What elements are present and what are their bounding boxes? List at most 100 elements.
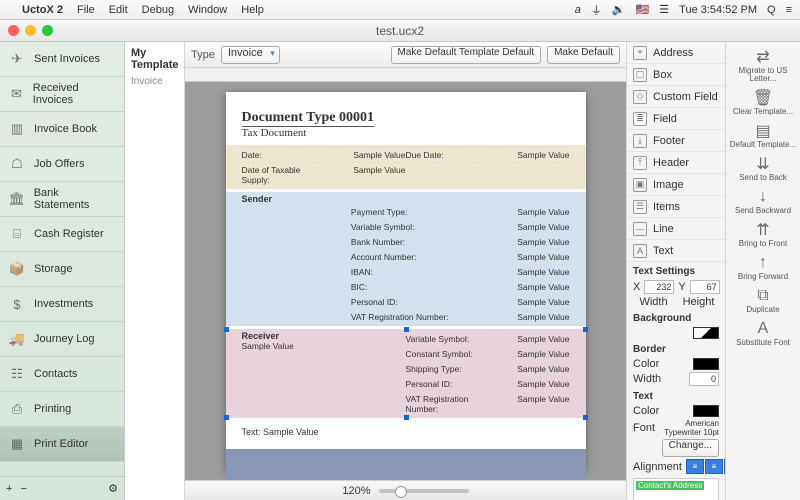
- action-bring-to-front[interactable]: ⇈Bring to Front: [726, 219, 800, 250]
- palette-image[interactable]: ▣Image: [627, 174, 725, 196]
- action-duplicate[interactable]: ⧉Duplicate: [726, 285, 800, 316]
- sidebar-item-bank-statements[interactable]: 🏛Bank Statements: [0, 182, 124, 217]
- sender-heading[interactable]: Sender: [242, 194, 570, 204]
- minimize-window-button[interactable]: [25, 25, 36, 36]
- received-invoices-icon: ✉: [8, 86, 25, 102]
- text-field[interactable]: Text: Sample Value: [242, 421, 570, 443]
- palette-address[interactable]: ⌖Address: [627, 42, 725, 64]
- y-input[interactable]: [690, 280, 720, 294]
- sidebar-item-sent-invoices[interactable]: ✈Sent Invoices: [0, 42, 124, 77]
- sidebar-item-received-invoices[interactable]: ✉Received Invoices: [0, 77, 124, 112]
- template-name[interactable]: My Template: [125, 42, 184, 76]
- palette-custom-field[interactable]: ◇Custom Field: [627, 86, 725, 108]
- zoom-window-button[interactable]: [42, 25, 53, 36]
- type-label: Type: [191, 49, 215, 61]
- make-default-template-default-button[interactable]: Make Default Template Default: [391, 46, 542, 64]
- field-value: Sample Value: [460, 297, 569, 307]
- sidebar-item-investments[interactable]: $Investments: [0, 287, 124, 322]
- document-title[interactable]: Document Type 00001: [242, 110, 374, 127]
- align-left-button[interactable]: ≡: [686, 459, 704, 474]
- action-default-template-[interactable]: ▤Default Template...: [726, 120, 800, 151]
- palette-line[interactable]: ―Line: [627, 218, 725, 240]
- menu-file[interactable]: File: [77, 4, 95, 16]
- sidebar-item-storage[interactable]: 📦Storage: [0, 252, 124, 287]
- text-icon: A: [633, 244, 647, 258]
- sidebar-item-printing[interactable]: ⎙Printing: [0, 392, 124, 427]
- text-input-icon[interactable]: ☰: [659, 3, 669, 16]
- window-filename: test.ucx2: [376, 24, 424, 38]
- palette-box[interactable]: ▢Box: [627, 64, 725, 86]
- field-value: Sample Value: [460, 282, 569, 292]
- font-value: American Typewriter 10pt: [659, 419, 719, 437]
- close-window-button[interactable]: [8, 25, 19, 36]
- text-color-swatch[interactable]: [693, 405, 719, 417]
- receiver-block-selected[interactable]: Receiver Sample Value Variable Symbol:Sa…: [226, 329, 586, 418]
- menu-edit[interactable]: Edit: [109, 4, 128, 16]
- action-bring-forward[interactable]: ↑Bring Forward: [726, 252, 800, 283]
- spotlight-icon[interactable]: Q: [767, 4, 776, 16]
- border-color-label: Color: [633, 358, 689, 370]
- sidebar-item-print-editor[interactable]: ▦Print Editor: [0, 427, 124, 462]
- remove-button[interactable]: −: [20, 483, 26, 495]
- font-icon[interactable]: a: [575, 4, 581, 16]
- volume-icon[interactable]: 🔉: [612, 3, 626, 16]
- change-font-button[interactable]: Change...: [662, 439, 719, 457]
- action-label: Duplicate: [746, 306, 779, 314]
- field-label: IBAN:: [351, 267, 460, 277]
- action-icon: ⇈: [756, 221, 769, 239]
- action-icon: ⇊: [756, 155, 769, 173]
- field-value: Sample Value: [324, 150, 406, 160]
- action-clear-template-[interactable]: 🗑Clear Template...: [726, 87, 800, 118]
- templates-list: My Template Invoice: [125, 42, 185, 500]
- app-menu[interactable]: UctoX 2: [22, 4, 63, 16]
- background-color-swatch[interactable]: [693, 327, 719, 339]
- palette-text[interactable]: AText: [627, 240, 725, 262]
- flag-icon[interactable]: 🇺🇸: [636, 3, 650, 16]
- action-icon: ⇄: [756, 48, 769, 66]
- menu-help[interactable]: Help: [241, 4, 264, 16]
- make-default-button[interactable]: Make Default: [547, 46, 620, 64]
- palette-header[interactable]: ⤒Header: [627, 152, 725, 174]
- align-center-button[interactable]: ≡: [705, 459, 723, 474]
- sidebar-item-contacts[interactable]: ☷Contacts: [0, 357, 124, 392]
- palette-field[interactable]: ≣Field: [627, 108, 725, 130]
- zoom-value: 120%: [342, 485, 370, 497]
- sidebar-item-invoice-book[interactable]: ▥Invoice Book: [0, 112, 124, 147]
- clock[interactable]: Tue 3:54:52 PM: [679, 4, 757, 16]
- type-select[interactable]: Invoice: [221, 46, 280, 64]
- field-value: Sample Value: [460, 222, 569, 232]
- sidebar-item-job-offers[interactable]: ☖Job Offers: [0, 147, 124, 182]
- placeholder-slot[interactable]: Contact's Address: [633, 478, 719, 500]
- editor-canvas[interactable]: Document Type 00001 Tax Document Date:Sa…: [185, 82, 626, 480]
- palette-items[interactable]: ☰Items: [627, 196, 725, 218]
- sidebar-item-journey-log[interactable]: 🚚Journey Log: [0, 322, 124, 357]
- items-section[interactable]: Items: [226, 449, 586, 480]
- menu-window[interactable]: Window: [188, 4, 227, 16]
- wifi-icon[interactable]: ⏚: [591, 2, 602, 18]
- border-color-swatch[interactable]: [693, 358, 719, 370]
- width-label: Width: [633, 296, 674, 308]
- palette-footer[interactable]: ⤓Footer: [627, 130, 725, 152]
- action-substitute-font[interactable]: ASubstitute Font: [726, 318, 800, 349]
- action-send-backward[interactable]: ↓Send Backward: [726, 186, 800, 217]
- zoom-slider[interactable]: [379, 489, 469, 493]
- storage-icon: 📦: [8, 261, 26, 277]
- sidebar-item-label: Cash Register: [34, 228, 104, 240]
- menu-debug[interactable]: Debug: [142, 4, 174, 16]
- action-label: Migrate to US Letter...: [726, 67, 800, 83]
- field-label: Date:: [242, 150, 324, 160]
- actions-toolbar: ⇄Migrate to US Letter...🗑Clear Template.…: [726, 42, 800, 500]
- action-migrate-to-us-letter-[interactable]: ⇄Migrate to US Letter...: [726, 46, 800, 85]
- settings-button[interactable]: ⚙: [108, 482, 118, 495]
- sidebar-item-label: Job Offers: [34, 158, 85, 170]
- sidebar-item-cash-register[interactable]: ⌸Cash Register: [0, 217, 124, 252]
- action-send-to-back[interactable]: ⇊Send to Back: [726, 153, 800, 184]
- document-subtitle[interactable]: Tax Document: [242, 127, 570, 139]
- border-width-input[interactable]: [689, 372, 719, 386]
- add-button[interactable]: +: [6, 483, 12, 495]
- x-input[interactable]: [644, 280, 674, 294]
- status-bar: 120%: [185, 480, 626, 500]
- field-label: Constant Symbol:: [406, 349, 488, 359]
- notifications-icon[interactable]: ≡: [786, 4, 792, 16]
- action-label: Send Backward: [735, 207, 791, 215]
